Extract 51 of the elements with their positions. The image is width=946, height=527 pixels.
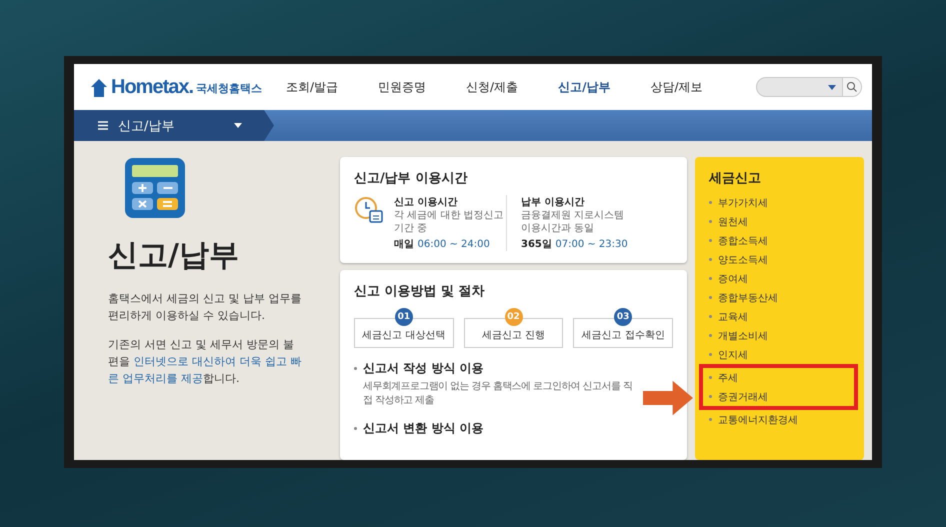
step-button[interactable]: 세금신고 접수확인	[573, 318, 674, 348]
tax-menu-link[interactable]: 양도소득세	[709, 250, 850, 269]
hours-time: 매일 06:00 ~ 24:00	[394, 238, 491, 251]
card-title: 신고/납부 이용시간	[354, 170, 468, 187]
method-title: 신고서 변환 방식 이용	[354, 420, 673, 437]
nav-link[interactable]: 신고/납부	[558, 78, 610, 96]
sidebar-title: 세금신고	[709, 170, 762, 187]
tax-menu-link[interactable]: 교통에너지환경세	[709, 410, 850, 429]
logo-brand: Hometax.	[111, 76, 194, 98]
hours-title: 신고 이용시간	[394, 196, 458, 209]
tax-menu-link[interactable]: 종합부동산세	[709, 288, 850, 307]
menu-icon	[98, 121, 108, 130]
step-number: 01	[394, 308, 413, 326]
search-field[interactable]	[756, 77, 862, 97]
hours-description: 금융결제원 지로시스템	[521, 209, 626, 222]
nav-link[interactable]: 신청/제출	[466, 78, 518, 96]
step-number: 02	[504, 308, 522, 326]
step-button[interactable]: 세금신고 진행	[464, 318, 564, 348]
hours-description: 기간 중	[394, 222, 428, 235]
card-title: 신고 이용방법 및 절차	[354, 283, 486, 300]
method-description: 세무회계프로그램이 없는 경우 홈택스에 로그인하여 신고서를 직접 작성하고 제출	[362, 380, 634, 408]
caret-icon	[828, 84, 836, 90]
page-title: 신고/납부	[108, 237, 240, 275]
tax-menu-link[interactable]: 부가가치세	[709, 193, 850, 212]
nav-link[interactable]: 민원증명	[378, 78, 426, 96]
breadcrumb-menu[interactable]: 신고/납부	[74, 110, 274, 141]
tax-menu-link[interactable]: 원천세	[709, 212, 850, 231]
step-button[interactable]: 세금신고 대상선택	[354, 318, 454, 348]
tax-menu-link[interactable]: 종합소득세	[709, 231, 850, 250]
tax-menu-link[interactable]: 증여세	[709, 269, 850, 288]
intro-paragraph: 홈택스에서 세금의 신고 및 납부 업무를 편리하게 이용하실 수 있습니다.	[108, 291, 302, 324]
step-number: 03	[614, 308, 632, 326]
tax-menu-link[interactable]: 인지세	[709, 345, 850, 364]
hours-description: 이용시간과 동일	[521, 222, 596, 235]
intro-paragraph: 기존의 서면 신고 및 세무서 방문의 불편을 인터넷으로 대신하여 더욱 쉽고 빠른 업무처리를 제공합니다.	[108, 337, 302, 387]
method-title: 신고서 작성 방식 이용	[354, 360, 673, 377]
hours-title: 납부 이용시간	[521, 196, 586, 209]
nav-link[interactable]: 조회/발급	[286, 78, 338, 96]
calculator-icon	[124, 157, 186, 219]
nav-link[interactable]: 상담/제보	[650, 78, 703, 96]
search-icon[interactable]	[842, 78, 861, 96]
tax-menu-link[interactable]: 개별소비세	[709, 326, 850, 345]
breadcrumb-label: 신고/납부	[118, 118, 174, 134]
logo-name: 국세청홈택스	[196, 80, 262, 96]
hours-description: 각 세금에 대한 법정신고	[394, 209, 504, 222]
clock-calendar-icon	[354, 195, 384, 225]
tax-menu-link[interactable]: 증권거래세	[709, 387, 848, 406]
tax-menu-link[interactable]: 교육세	[709, 307, 850, 326]
tax-menu-link[interactable]: 주세	[709, 368, 848, 387]
hours-time: 365일 07:00 ~ 23:30	[521, 238, 628, 251]
caret-icon	[234, 123, 242, 128]
